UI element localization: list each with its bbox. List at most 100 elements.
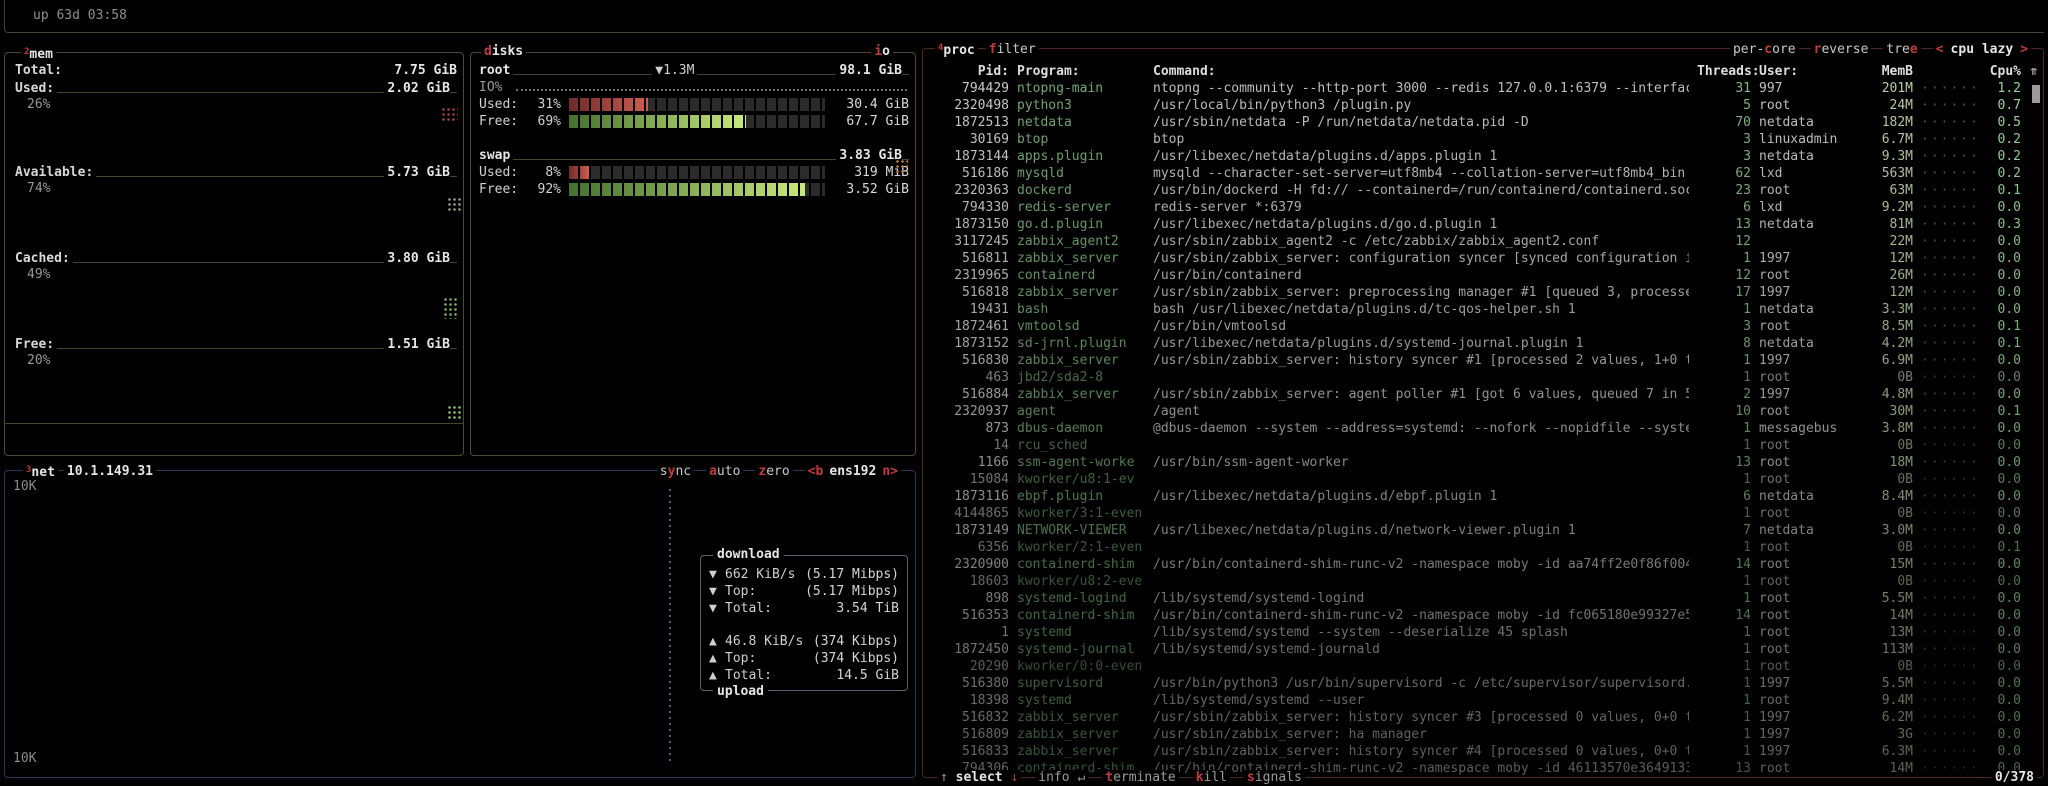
proc-per-core-button[interactable]: per-core [1730, 42, 1799, 58]
process-row[interactable]: 898 systemd-logind /lib/systemd/systemd-… [931, 590, 2039, 607]
process-threads: 13 [1697, 216, 1751, 233]
col-user[interactable]: User: [1759, 63, 1859, 80]
process-row[interactable]: 873 dbus-daemon @dbus-daemon --system --… [931, 420, 2039, 437]
process-row[interactable]: 2320937 agent /agent 10 root 30M ·······… [931, 403, 2039, 420]
col-threads[interactable]: Threads: [1697, 63, 1751, 80]
process-row[interactable]: 794429 ntopng-main ntopng --community --… [931, 80, 2039, 97]
process-row[interactable]: 1872513 netdata /usr/sbin/netdata -P /ru… [931, 114, 2039, 131]
process-row[interactable]: 1872450 systemd-journal /lib/systemd/sys… [931, 641, 2039, 658]
iface-next-button[interactable]: n> [882, 464, 898, 479]
proc-filter-button[interactable]: filter [986, 42, 1039, 58]
select-control[interactable]: ↑ select ↓ [937, 770, 1021, 786]
process-row[interactable]: 1873144 apps.plugin /usr/libexec/netdata… [931, 148, 2039, 165]
col-cpu[interactable]: Cpu% [1983, 63, 2021, 80]
process-program: mysqld [1017, 165, 1145, 182]
process-row[interactable]: 516884 zabbix_server /usr/sbin/zabbix_se… [931, 386, 2039, 403]
iface-prev-button[interactable]: <b [808, 464, 824, 479]
process-row[interactable]: 18603 kworker/u8:2-eve 1 root 0B ·······… [931, 573, 2039, 590]
process-row[interactable]: 1872461 vmtoolsd /usr/bin/vmtoolsd 3 roo… [931, 318, 2039, 335]
process-program: zabbix_server [1017, 726, 1145, 743]
proc-sort-selector[interactable]: <cpu lazy> [1933, 42, 2031, 58]
signals-button[interactable]: signals [1244, 770, 1305, 786]
process-row[interactable]: 1873150 go.d.plugin /usr/libexec/netdata… [931, 216, 2039, 233]
process-row[interactable]: 2320498 python3 /usr/local/bin/python3 /… [931, 97, 2039, 114]
proc-tree-button[interactable]: tree [1883, 42, 1920, 58]
process-scrollbar[interactable] [2032, 85, 2040, 103]
col-memb[interactable]: MemB [1867, 63, 1913, 80]
disk-root-free-row: Free: 69% 67.7 GiB [479, 114, 909, 129]
process-row[interactable]: 1873149 NETWORK-VIEWER /usr/libexec/netd… [931, 522, 2039, 539]
process-user: 997 [1759, 80, 1859, 97]
process-row[interactable]: 516353 containerd-shim /usr/bin/containe… [931, 607, 2039, 624]
process-command: /usr/sbin/zabbix_server: configuration s… [1153, 250, 1689, 267]
process-row[interactable]: 2320363 dockerd /usr/bin/dockerd -H fd:/… [931, 182, 2039, 199]
proc-panel-title[interactable]: 4proc [935, 40, 978, 59]
disks-panel-title[interactable]: disks [481, 44, 526, 60]
process-row[interactable]: 19431 bash bash /usr/libexec/netdata/plu… [931, 301, 2039, 318]
process-program: btop [1017, 131, 1145, 148]
sort-next-icon[interactable]: > [2020, 42, 2028, 57]
disk-root-row[interactable]: root ▼1.3M 98.1 GiB [479, 63, 909, 78]
process-row[interactable]: 2320900 containerd-shim /usr/bin/contain… [931, 556, 2039, 573]
process-threads: 1 [1697, 573, 1751, 590]
process-row[interactable]: 794330 redis-server redis-server *:6379 … [931, 199, 2039, 216]
process-row[interactable]: 2319965 containerd /usr/bin/containerd 1… [931, 267, 2039, 284]
process-row[interactable]: 463 jbd2/sda2-8 1 root 0B ········· 0.0 [931, 369, 2039, 386]
process-row[interactable]: 516809 zabbix_server /usr/sbin/zabbix_se… [931, 726, 2039, 743]
process-row[interactable]: 3117245 zabbix_agent2 /usr/sbin/zabbix_a… [931, 233, 2039, 250]
process-row[interactable]: 14 rcu_sched 1 root 0B ········· 0.0 [931, 437, 2039, 454]
col-program[interactable]: Program: [1017, 63, 1145, 80]
info-button[interactable]: info ↵ [1035, 770, 1088, 786]
process-row[interactable]: 30169 btop btop 3 linuxadmin 6.7M ······… [931, 131, 2039, 148]
proc-reverse-button[interactable]: reverse [1811, 42, 1872, 58]
process-row[interactable]: 18398 systemd /lib/systemd/systemd --use… [931, 692, 2039, 709]
process-row[interactable]: 20290 kworker/0:0-even 1 root 0B ·······… [931, 658, 2039, 675]
scrollbar-up-icon[interactable]: ↑ [2031, 63, 2039, 80]
process-cpu: 0.0 [1983, 590, 2021, 607]
process-row[interactable]: 516818 zabbix_server /usr/sbin/zabbix_se… [931, 284, 2039, 301]
process-memb: 3.8M [1867, 420, 1913, 437]
process-row[interactable]: 516186 mysqld mysqld --character-set-ser… [931, 165, 2039, 182]
process-memb: 15M [1867, 556, 1913, 573]
process-row[interactable]: 516832 zabbix_server /usr/sbin/zabbix_se… [931, 709, 2039, 726]
process-program: zabbix_server [1017, 284, 1145, 301]
process-memb: 6.2M [1867, 709, 1913, 726]
process-row[interactable]: 4144865 kworker/3:1-even 1 root 0B ·····… [931, 505, 2039, 522]
process-command: /lib/systemd/systemd --system --deserial… [1153, 624, 1689, 641]
net-auto-button[interactable]: auto [706, 464, 743, 480]
process-command: /usr/bin/vmtoolsd [1153, 318, 1689, 335]
disk-swap-free-meter [569, 183, 825, 196]
disk-swap-row[interactable]: swap 3.83 GiB [479, 148, 909, 163]
process-cpu: 0.1 [1983, 403, 2021, 420]
process-user: root [1759, 607, 1859, 624]
process-row[interactable]: 15084 kworker/u8:1-ev 1 root 0B ········… [931, 471, 2039, 488]
process-row[interactable]: 1873116 ebpf.plugin /usr/libexec/netdata… [931, 488, 2039, 505]
process-threads: 13 [1697, 760, 1751, 777]
process-cpu-graph: ········· [1921, 301, 1975, 318]
sort-prev-icon[interactable]: < [1936, 42, 1944, 57]
process-pid: 898 [931, 590, 1009, 607]
process-row[interactable]: 516380 supervisord /usr/bin/python3 /usr… [931, 675, 2039, 692]
process-row[interactable]: 1 systemd /lib/systemd/systemd --system … [931, 624, 2039, 641]
terminate-button[interactable]: terminate [1102, 770, 1178, 786]
process-row[interactable]: 516811 zabbix_server /usr/sbin/zabbix_se… [931, 250, 2039, 267]
mem-panel-title[interactable]: 2mem [21, 44, 56, 63]
process-cpu-graph: ········· [1921, 709, 1975, 726]
process-cpu-graph: ········· [1921, 267, 1975, 284]
kill-button[interactable]: kill [1193, 770, 1230, 786]
disks-io-toggle[interactable]: io [871, 44, 893, 60]
download-arrow-icon: ▼ [709, 600, 725, 617]
process-row[interactable]: 516830 zabbix_server /usr/sbin/zabbix_se… [931, 352, 2039, 369]
process-row[interactable]: 1166 ssm-agent-worke /usr/bin/ssm-agent-… [931, 454, 2039, 471]
process-row[interactable]: 6356 kworker/2:1-even 1 root 0B ········… [931, 539, 2039, 556]
process-row[interactable]: 516833 zabbix_server /usr/sbin/zabbix_se… [931, 743, 2039, 760]
net-interface-selector[interactable]: <bens192n> [805, 464, 901, 480]
col-pid[interactable]: Pid: [931, 63, 1009, 80]
net-sync-button[interactable]: sync [657, 464, 694, 480]
process-row[interactable]: 1873152 sd-jrnl.plugin /usr/libexec/netd… [931, 335, 2039, 352]
download-arrow-icon: ▼ [709, 583, 725, 600]
net-zero-button[interactable]: zero [755, 464, 792, 480]
process-cpu: 0.2 [1983, 131, 2021, 148]
upload-speed-row: ▲ 46.8 KiB/s (374 Kibps) [701, 633, 907, 650]
col-command[interactable]: Command: [1153, 63, 1689, 80]
